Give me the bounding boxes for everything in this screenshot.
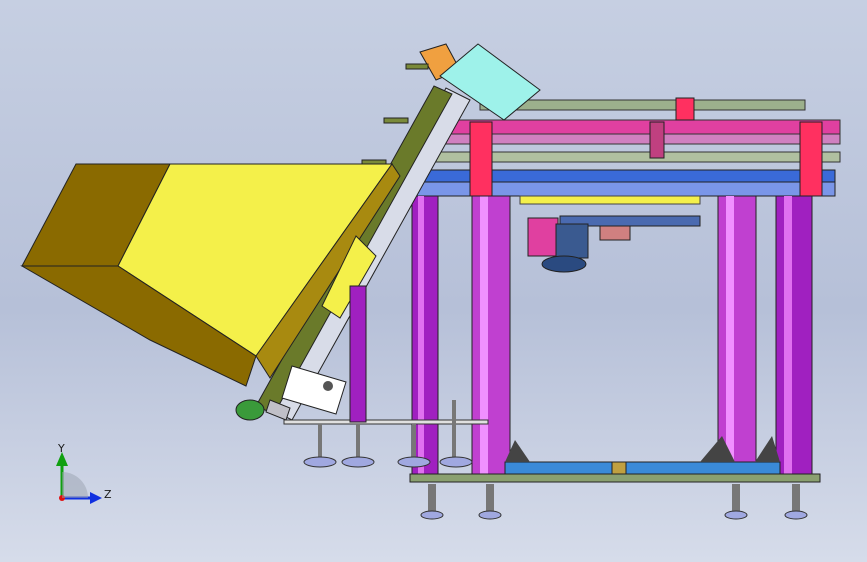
- leveling-feet: [420, 484, 808, 520]
- cad-viewport[interactable]: Y Z: [0, 0, 867, 562]
- coupling: [599, 225, 631, 241]
- bottom-beam: [504, 461, 781, 475]
- triad-plane: [62, 472, 88, 498]
- bracket-left: [469, 121, 493, 197]
- z-arrowhead: [90, 492, 102, 504]
- view-triad[interactable]: [56, 452, 102, 504]
- z-axis-label: Z: [104, 488, 112, 501]
- motor-base: [541, 255, 587, 273]
- assembly-model[interactable]: [0, 0, 867, 562]
- stand-post: [349, 285, 367, 423]
- column-3: [717, 195, 757, 479]
- column-3-highlight: [726, 196, 734, 478]
- bracket-top: [675, 97, 695, 121]
- gearbox: [527, 217, 559, 257]
- base-rail: [409, 473, 821, 483]
- column-4: [775, 195, 813, 479]
- hopper[interactable]: [20, 163, 401, 387]
- frame-structure[interactable]: [409, 97, 841, 520]
- top-rail-back: [479, 99, 806, 111]
- drive-unit[interactable]: [527, 215, 701, 273]
- yellow-plate: [519, 195, 701, 205]
- tail-pulley: [235, 399, 265, 421]
- motor-body: [555, 223, 589, 259]
- bracket-right: [799, 121, 823, 197]
- bracket-middle: [649, 121, 665, 159]
- top-beam-magenta: [439, 119, 841, 135]
- column-1-highlight: [418, 196, 424, 478]
- bottom-clamp: [611, 461, 627, 475]
- column-4-highlight: [784, 196, 792, 478]
- column-2: [471, 195, 511, 479]
- y-axis-label: Y: [58, 442, 65, 455]
- column-2-highlight: [480, 196, 488, 478]
- tail-bolt: [323, 381, 333, 391]
- stand-rail: [283, 419, 489, 425]
